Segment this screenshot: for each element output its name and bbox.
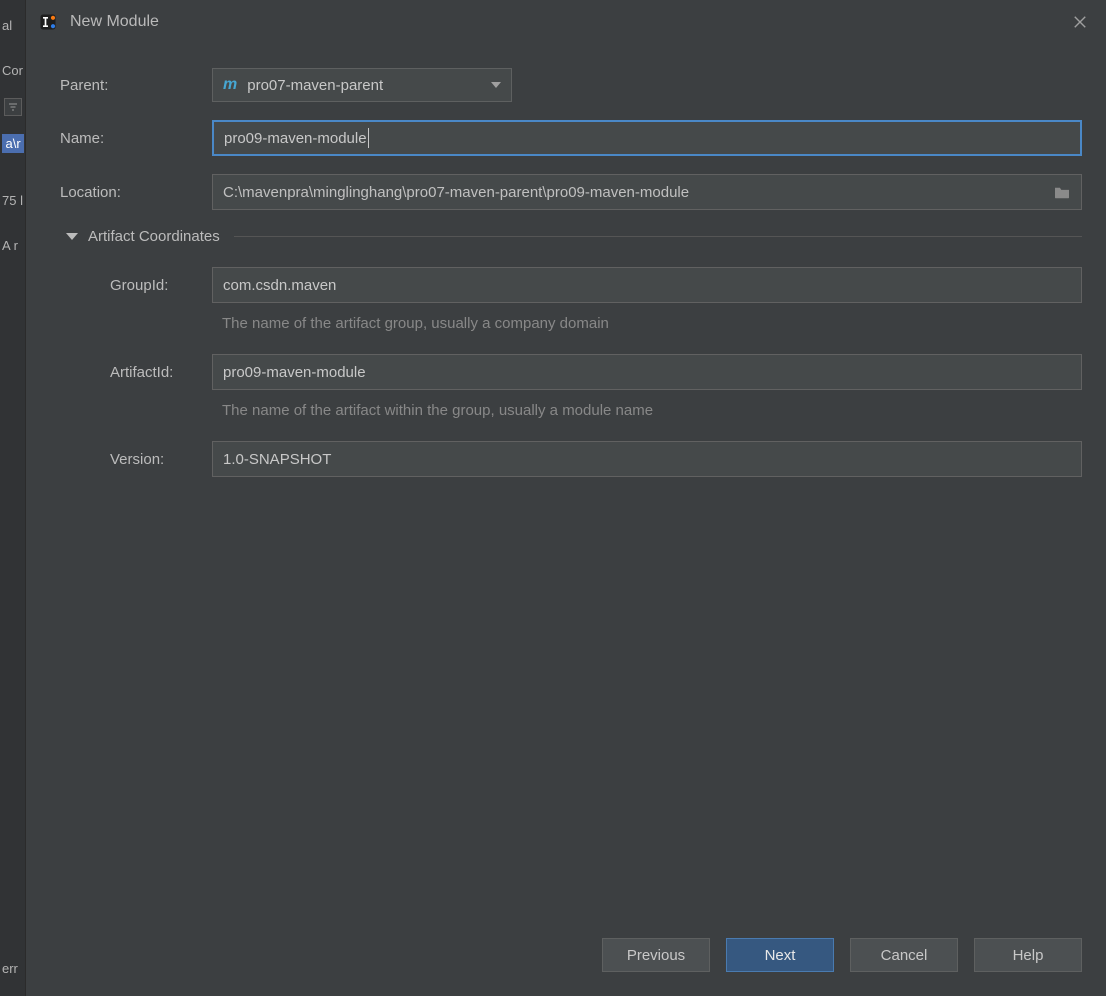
version-label: Version:	[60, 451, 212, 468]
previous-button[interactable]: Previous	[602, 938, 710, 972]
groupid-input[interactable]: com.csdn.maven	[212, 267, 1082, 303]
background-editor-strip: al Cor a\r 75 l A r err	[0, 0, 26, 996]
location-label: Location:	[60, 184, 212, 201]
bg-fragment: Cor	[0, 63, 25, 78]
next-button[interactable]: Next	[726, 938, 834, 972]
bg-fragment: al	[0, 18, 25, 33]
bg-fragment: 75 l	[0, 193, 25, 208]
section-title: Artifact Coordinates	[88, 228, 220, 245]
name-value: pro09-maven-module	[224, 130, 367, 147]
text-cursor	[368, 128, 369, 148]
bg-fragment: err	[0, 961, 25, 976]
form-area: Parent: m pro07-maven-parent Name: pro09…	[26, 44, 1106, 938]
version-input[interactable]: 1.0-SNAPSHOT	[212, 441, 1082, 477]
close-icon[interactable]	[1072, 14, 1088, 30]
dialog-title: New Module	[70, 13, 1072, 31]
artifactid-value: pro09-maven-module	[223, 364, 366, 381]
maven-m-icon: m	[223, 76, 237, 94]
intellij-logo-icon	[38, 12, 58, 32]
cancel-button[interactable]: Cancel	[850, 938, 958, 972]
artifactid-hint: The name of the artifact within the grou…	[222, 402, 1082, 419]
browse-folder-icon[interactable]	[1053, 185, 1071, 199]
artifact-coordinates-toggle[interactable]: Artifact Coordinates	[66, 228, 1082, 245]
parent-dropdown[interactable]: m pro07-maven-parent	[212, 68, 512, 102]
name-input[interactable]: pro09-maven-module	[212, 120, 1082, 156]
filter-icon	[4, 98, 22, 116]
version-value: 1.0-SNAPSHOT	[223, 451, 331, 468]
location-input[interactable]: C:\mavenpra\minglinghang\pro07-maven-par…	[212, 174, 1082, 210]
artifactid-input[interactable]: pro09-maven-module	[212, 354, 1082, 390]
divider	[234, 236, 1082, 237]
dialog-titlebar: New Module	[26, 0, 1106, 44]
groupid-value: com.csdn.maven	[223, 277, 336, 294]
chevron-down-icon	[66, 233, 78, 240]
dialog-button-bar: Previous Next Cancel Help	[26, 938, 1106, 996]
artifactid-label: ArtifactId:	[60, 364, 212, 381]
groupid-label: GroupId:	[60, 277, 212, 294]
help-button[interactable]: Help	[974, 938, 1082, 972]
chevron-down-icon	[491, 82, 501, 88]
bg-fragment: A r	[0, 238, 25, 253]
new-module-dialog: New Module Parent: m pro07-maven-parent …	[26, 0, 1106, 996]
bg-fragment: a\r	[2, 134, 24, 153]
parent-value: pro07-maven-parent	[247, 77, 491, 94]
groupid-hint: The name of the artifact group, usually …	[222, 315, 1082, 332]
parent-label: Parent:	[60, 77, 212, 94]
location-value: C:\mavenpra\minglinghang\pro07-maven-par…	[223, 184, 689, 201]
name-label: Name:	[60, 130, 212, 147]
